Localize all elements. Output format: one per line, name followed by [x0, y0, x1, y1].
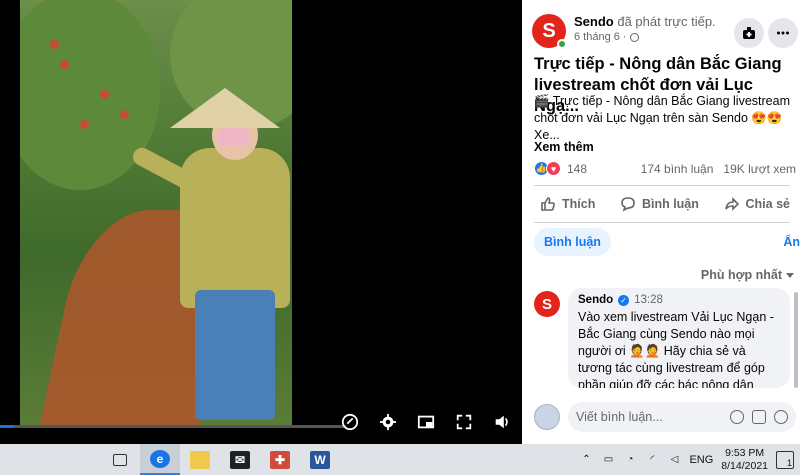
- thumbs-up-icon: [541, 197, 555, 211]
- person-shirt: [180, 148, 290, 308]
- windows-taskbar: e ✉ ✚ W ⌃ ▭ ◔ ◜ ◁ ENG 9:53 PM 8/14/2021 …: [0, 444, 800, 475]
- share-button[interactable]: Chia sẻ: [718, 190, 796, 218]
- emoji-icon[interactable]: [730, 410, 744, 424]
- chevron-down-icon: [786, 272, 794, 278]
- fullscreen-icon[interactable]: [454, 412, 474, 432]
- clock-date: 8/14/2021: [721, 459, 768, 472]
- comment-bubble: Sendo ✓ 13:28 Vào xem livestream Vải Lục…: [568, 288, 790, 388]
- post-action-text: đã phát trực tiếp.: [617, 14, 716, 29]
- volume-icon[interactable]: [492, 412, 512, 432]
- comment-item: S Sendo ✓ 13:28 Vào xem livestream Vải L…: [534, 288, 794, 388]
- comment-overlay-icon[interactable]: [340, 412, 360, 432]
- screen: S Sendo đã phát trực tiếp. 6 tháng 6 · T…: [0, 0, 800, 475]
- reaction-icons[interactable]: 👍 ♥: [534, 161, 561, 176]
- comment-tabs: Bình luận Ẩn: [534, 228, 800, 256]
- lychee-fruit: [50, 40, 59, 49]
- edge-browser-icon: e: [150, 449, 170, 468]
- word-icon: W: [310, 450, 330, 469]
- taskbar-gift-app[interactable]: ✚: [260, 444, 300, 475]
- picture-in-picture-icon[interactable]: [416, 412, 436, 432]
- sort-label: Phù hợp nhất: [700, 268, 782, 282]
- divider: [534, 222, 790, 223]
- verified-badge-icon: ✓: [618, 294, 630, 306]
- sendo-avatar[interactable]: S: [532, 14, 567, 49]
- video-progress-fill: [0, 425, 14, 428]
- mail-icon: ✉: [230, 450, 250, 469]
- post-description: 🎬 Trực tiếp - Nông dân Bắc Giang livestr…: [534, 94, 790, 142]
- lychee-fruit: [60, 60, 69, 69]
- sort-dropdown[interactable]: Phù hợp nhất: [701, 268, 794, 282]
- chevron-up-icon[interactable]: ⌃: [579, 454, 593, 466]
- page-name[interactable]: Sendo: [574, 14, 614, 29]
- comment-composer: Viết bình luận...: [534, 402, 796, 432]
- hide-button[interactable]: Ẩn: [783, 235, 800, 249]
- share-label: Chia sẻ: [745, 197, 790, 211]
- folder-icon: [190, 450, 210, 469]
- commenter-avatar[interactable]: S: [534, 291, 560, 317]
- sticker-icon[interactable]: [774, 410, 788, 424]
- divider: [534, 185, 790, 186]
- network-icon[interactable]: ◔: [623, 454, 637, 466]
- comment-label: Bình luận: [641, 197, 699, 211]
- comment-text: Vào xem livestream Vải Lục Ngạn - Bắc Gi…: [578, 310, 774, 388]
- language-indicator[interactable]: ENG: [689, 454, 713, 466]
- notification-center-icon[interactable]: 1: [776, 450, 794, 469]
- share-arrow-icon: [724, 197, 739, 211]
- post-stats: 👍 ♥ 148 174 bình luận 19K lượt xem: [534, 161, 796, 176]
- tab-comments[interactable]: Bình luận: [534, 228, 611, 256]
- gift-icon: ✚: [270, 450, 290, 469]
- task-view-button[interactable]: [100, 444, 140, 475]
- comment-input[interactable]: Viết bình luận...: [568, 402, 796, 432]
- clock-time: 9:53 PM: [725, 446, 765, 459]
- user-avatar[interactable]: [534, 404, 560, 430]
- speaker-icon[interactable]: ◁: [667, 454, 681, 466]
- live-clip-button[interactable]: [734, 18, 764, 48]
- comments-scrollbar[interactable]: [794, 292, 798, 388]
- more-dots-icon: [777, 31, 789, 35]
- like-label: Thích: [562, 197, 596, 211]
- post-header: S Sendo đã phát trực tiếp. 6 tháng 6 ·: [532, 14, 716, 49]
- taskbar-mail[interactable]: ✉: [220, 444, 260, 475]
- comment-time[interactable]: 13:28: [634, 294, 663, 306]
- online-status-dot: [557, 39, 567, 49]
- system-tray: ⌃ ▭ ◔ ◜ ◁ ENG 9:53 PM 8/14/2021 1: [579, 447, 800, 473]
- lychee-fruit: [120, 110, 129, 119]
- person-pants: [195, 290, 275, 420]
- battery-icon[interactable]: ▭: [601, 454, 615, 466]
- reaction-count[interactable]: 148: [567, 162, 587, 176]
- comment-placeholder: Viết bình luận...: [576, 410, 663, 424]
- clock[interactable]: 9:53 PM 8/14/2021: [721, 447, 768, 473]
- taskbar-word[interactable]: W: [300, 444, 340, 475]
- post-date[interactable]: 6 tháng 6: [574, 31, 620, 43]
- globe-icon: [629, 32, 639, 42]
- video-frame[interactable]: [20, 0, 292, 425]
- like-button[interactable]: Thích: [534, 190, 601, 218]
- taskbar-file-explorer[interactable]: [180, 444, 220, 475]
- video-controls: [340, 412, 512, 432]
- comment-button[interactable]: Bình luận: [614, 190, 705, 218]
- clip-icon: [743, 27, 755, 39]
- person-mask: [218, 128, 250, 146]
- comment-count[interactable]: 174 bình luận: [641, 162, 714, 176]
- post-panel: S Sendo đã phát trực tiếp. 6 tháng 6 · T…: [522, 0, 800, 444]
- comment-bubble-icon: [621, 197, 635, 212]
- post-actions: Thích Bình luận Chia sẻ: [534, 190, 796, 218]
- task-view-icon: [113, 453, 127, 466]
- video-player[interactable]: [0, 0, 522, 444]
- more-options-button[interactable]: [768, 18, 798, 48]
- view-count: 19K lượt xem: [723, 161, 796, 176]
- taskbar-edge[interactable]: e: [140, 444, 180, 475]
- video-progress-bar[interactable]: [0, 425, 346, 428]
- notification-count: 1: [786, 457, 792, 468]
- camera-icon[interactable]: [752, 410, 766, 424]
- lychee-fruit: [100, 90, 109, 99]
- lychee-fruit: [80, 120, 89, 129]
- see-more-link[interactable]: Xem thêm: [534, 140, 594, 154]
- settings-gear-icon[interactable]: [378, 412, 398, 432]
- love-reaction-icon: ♥: [546, 161, 561, 176]
- commenter-name[interactable]: Sendo: [578, 294, 613, 306]
- wifi-icon[interactable]: ◜: [645, 454, 659, 466]
